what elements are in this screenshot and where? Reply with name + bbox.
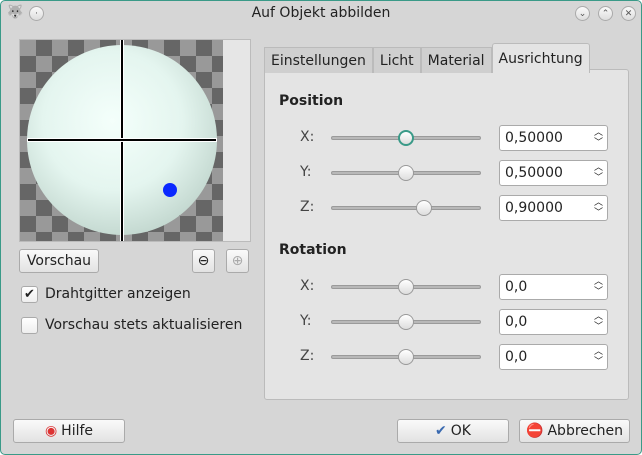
position-z-slider-thumb[interactable] <box>415 200 432 216</box>
rotation-y-value: 0,0 <box>505 314 528 330</box>
title-bar: 🐺 · Auf Objekt abbilden ⌄ ⌃ ✕ <box>1 1 641 25</box>
position-z-spinbox[interactable]: 0,90000 ︿ ﹀ <box>499 195 608 221</box>
tab-orientation[interactable]: Ausrichtung <box>491 43 590 73</box>
position-y-spinbox[interactable]: 0,50000 ︿ ﹀ <box>499 160 608 186</box>
cancel-label: Abbrechen <box>547 423 623 439</box>
rotation-z-slider-thumb[interactable] <box>398 349 414 365</box>
help-button[interactable]: ◉ Hilfe <box>13 419 125 443</box>
position-heading: Position <box>279 93 344 109</box>
rotation-z-value: 0,0 <box>505 349 528 365</box>
check-icon: ✔ <box>24 287 35 302</box>
preview-area[interactable] <box>19 39 251 242</box>
maximize-button[interactable]: ⌃ <box>598 6 613 21</box>
position-x-label: X: <box>300 129 315 145</box>
zoom-in-button[interactable]: ⊕ <box>226 249 249 273</box>
rotation-x-value: 0,0 <box>505 279 528 295</box>
always-update-checkbox[interactable] <box>21 317 38 334</box>
tab-light[interactable]: Licht <box>372 47 421 73</box>
wireframe-checkbox[interactable]: ✔ <box>21 286 38 303</box>
rotation-x-label: X: <box>300 278 315 294</box>
check-icon: ✔ <box>435 423 447 439</box>
dialog-window: 🐺 · Auf Objekt abbilden ⌄ ⌃ ✕ Vorschau ⊖… <box>0 0 642 455</box>
position-y-label: Y: <box>300 164 312 180</box>
zoom-in-icon: ⊕ <box>231 253 244 269</box>
position-x-value: 0,50000 <box>505 130 563 146</box>
spin-arrows-icon[interactable]: ︿ ﹀ <box>594 163 603 183</box>
rotation-y-spinbox[interactable]: 0,0 ︿ ﹀ <box>499 309 608 335</box>
always-update-label[interactable]: Vorschau stets aktualisieren <box>45 317 242 333</box>
preview-button[interactable]: Vorschau <box>19 249 99 273</box>
wireframe-horizontal <box>28 139 216 141</box>
position-x-slider[interactable] <box>331 130 481 146</box>
rotation-z-label: Z: <box>300 348 315 364</box>
position-y-slider[interactable] <box>331 165 481 181</box>
preview-button-label: Vorschau <box>26 253 92 269</box>
wireframe-label[interactable]: Drahtgitter anzeigen <box>45 286 191 302</box>
window-title: Auf Objekt abbilden <box>251 5 391 21</box>
spin-arrows-icon[interactable]: ︿ ﹀ <box>594 128 603 148</box>
zoom-out-icon: ⊖ <box>197 253 210 269</box>
zoom-out-button[interactable]: ⊖ <box>192 249 215 273</box>
spin-arrows-icon[interactable]: ︿ ﹀ <box>594 312 603 332</box>
ok-button[interactable]: ✔ OK <box>397 419 509 443</box>
rotation-x-slider-thumb[interactable] <box>398 279 414 295</box>
position-y-value: 0,50000 <box>505 165 563 181</box>
spin-arrows-icon[interactable]: ︿ ﹀ <box>594 198 603 218</box>
position-y-slider-thumb[interactable] <box>398 165 414 181</box>
minimize-button[interactable]: ⌄ <box>575 6 590 21</box>
rotation-y-slider[interactable] <box>331 314 481 330</box>
wireframe-vertical <box>121 40 123 241</box>
help-icon: ◉ <box>44 423 58 439</box>
rotation-y-label: Y: <box>300 313 312 329</box>
window-menu-button[interactable]: · <box>29 6 44 21</box>
position-z-value: 0,90000 <box>505 200 563 216</box>
cancel-button[interactable]: ⛔ Abbrechen <box>519 419 630 443</box>
gimp-app-icon: 🐺 <box>7 5 24 20</box>
spin-arrows-icon[interactable]: ︿ ﹀ <box>594 277 603 297</box>
position-z-slider[interactable] <box>331 200 481 216</box>
rotation-y-slider-thumb[interactable] <box>398 314 414 330</box>
close-button[interactable]: ✕ <box>621 6 636 21</box>
rotation-z-spinbox[interactable]: 0,0 ︿ ﹀ <box>499 344 608 370</box>
spin-arrows-icon[interactable]: ︿ ﹀ <box>594 347 603 367</box>
tab-material[interactable]: Material <box>420 47 492 73</box>
light-marker[interactable] <box>163 183 177 197</box>
position-z-label: Z: <box>300 199 315 215</box>
cancel-icon: ⛔ <box>526 423 544 439</box>
rotation-z-slider[interactable] <box>331 349 481 365</box>
preview-checkerboard <box>20 40 223 241</box>
ok-label: OK <box>450 423 471 439</box>
tab-settings[interactable]: Einstellungen <box>264 47 373 73</box>
rotation-x-spinbox[interactable]: 0,0 ︿ ﹀ <box>499 274 608 300</box>
rotation-x-slider[interactable] <box>331 279 481 295</box>
tab-bar: Einstellungen Licht Material Ausrichtung <box>264 43 590 73</box>
rotation-heading: Rotation <box>279 242 347 258</box>
position-x-spinbox[interactable]: 0,50000 ︿ ﹀ <box>499 125 608 151</box>
position-x-slider-thumb[interactable] <box>398 130 414 146</box>
help-label: Hilfe <box>61 423 94 439</box>
